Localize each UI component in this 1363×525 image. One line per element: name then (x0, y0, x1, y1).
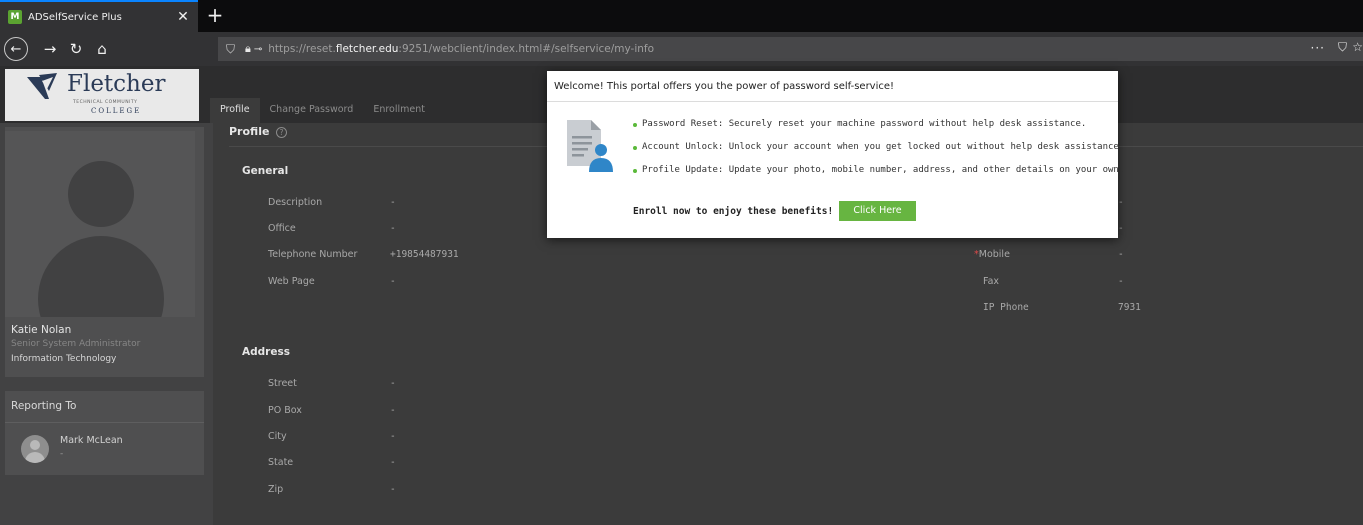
logo-college: COLLEGE (91, 107, 142, 115)
general-heading: General (242, 165, 289, 177)
browser-tab[interactable]: M ADSelfService Plus ✕ (0, 0, 198, 32)
browser-tabstrip: M ADSelfService Plus ✕ + (0, 0, 1363, 32)
browser-navbar: ← → ↻ ⌂ ⛉ 🔒︎ ⊸ https://reset.fletcher.ed… (0, 32, 1363, 66)
help-icon[interactable]: ? (276, 127, 287, 138)
state-label: State (268, 457, 294, 468)
mobile-label: *Mobile (974, 249, 1010, 260)
po-box-value: - (390, 405, 396, 416)
manager-subtitle: - (60, 449, 64, 459)
close-tab-icon[interactable]: ✕ (176, 9, 190, 25)
telephone-label: Telephone Number (268, 249, 358, 260)
shield-icon[interactable]: ⛉ (226, 42, 235, 57)
logo-name: Fletcher (67, 71, 166, 97)
telephone-value: +19854487931 (390, 249, 459, 260)
adselfservice-favicon-icon: M (8, 10, 22, 24)
tab-change-password[interactable]: Change Password (260, 98, 364, 123)
user-avatar[interactable] (5, 131, 195, 317)
profile-document-icon (567, 120, 613, 172)
welcome-modal: Welcome! This portal offers you the powe… (547, 71, 1124, 238)
avatar-body (38, 236, 164, 317)
bookmark-star-icon[interactable]: ☆ (1352, 40, 1363, 54)
click-here-button[interactable]: Click Here (839, 201, 916, 221)
office-value: - (390, 223, 396, 234)
url-bar[interactable]: ⛉ 🔒︎ ⊸ https://reset.fletcher.edu:9251/w… (218, 37, 1363, 61)
home-icon[interactable]: ⌂ (90, 37, 114, 61)
po-box-label: PO Box (268, 405, 302, 416)
fletcher-logo-mark-icon (27, 73, 57, 99)
ip-phone-label: IP Phone (983, 302, 1029, 313)
tab-title: ADSelfService Plus (28, 11, 122, 23)
zip-label: Zip (268, 484, 284, 495)
logo-subtitle: TECHNICAL COMMUNITY (73, 100, 138, 105)
enroll-prompt: Enroll now to enjoy these benefits! (633, 206, 834, 217)
benefit-account-unlock: Account Unlock: Unlock your account when… (633, 142, 1124, 165)
zip-value: - (390, 484, 396, 495)
address-heading: Address (242, 346, 290, 358)
web-page-value: - (390, 276, 396, 287)
state-value: - (390, 457, 396, 468)
street-label: Street (268, 378, 297, 389)
sidebar: Katie Nolan Senior System Administrator … (0, 123, 213, 525)
permissions-key-icon[interactable]: ⊸ (254, 44, 262, 55)
user-name: Katie Nolan (11, 324, 72, 336)
app-tabs: Profile Change Password Enrollment (210, 98, 435, 123)
description-label: Description (268, 197, 323, 208)
right-field-value-2: - (1118, 223, 1124, 234)
back-arrow-icon[interactable]: ← (4, 37, 28, 61)
city-label: City (268, 431, 287, 442)
right-field-value-1: - (1118, 197, 1124, 208)
tab-profile[interactable]: Profile (210, 98, 260, 123)
benefit-password-reset: Password Reset: Securely reset your mach… (633, 119, 1124, 142)
avatar-head (68, 161, 134, 227)
reload-icon[interactable]: ↻ (64, 37, 88, 61)
forward-arrow-icon[interactable]: → (38, 37, 62, 61)
manager-avatar-head (30, 440, 40, 450)
url-text[interactable]: https://reset.fletcher.edu:9251/webclien… (268, 43, 654, 55)
fletcher-logo: Fletcher TECHNICAL COMMUNITY COLLEGE (5, 69, 199, 121)
manager-name[interactable]: Mark McLean (60, 435, 123, 446)
manager-avatar[interactable] (21, 435, 49, 463)
fax-label: Fax (983, 276, 1000, 287)
description-value: - (390, 197, 396, 208)
modal-heading: Welcome! This portal offers you the powe… (547, 71, 1118, 102)
page-title: Profile (229, 125, 270, 138)
fax-value: - (1118, 276, 1124, 287)
new-tab-button[interactable]: + (204, 4, 226, 26)
tab-enrollment[interactable]: Enrollment (363, 98, 435, 123)
city-value: - (390, 431, 396, 442)
street-value: - (390, 378, 396, 389)
page-actions-menu-icon[interactable]: ··· (1311, 41, 1325, 55)
mobile-value: - (1118, 249, 1124, 260)
user-department: Information Technology (11, 354, 117, 364)
reporting-to-card: Reporting To Mark McLean - (5, 391, 204, 475)
office-label: Office (268, 223, 296, 234)
web-page-label: Web Page (268, 276, 315, 287)
manager-avatar-body (25, 452, 45, 463)
ip-phone-value: 7931 (1118, 302, 1141, 313)
user-title: Senior System Administrator (11, 339, 141, 349)
profile-card: Katie Nolan Senior System Administrator … (5, 127, 204, 377)
benefit-profile-update: Profile Update: Update your photo, mobil… (633, 165, 1124, 188)
reporting-to-heading: Reporting To (5, 391, 204, 423)
lock-icon[interactable]: 🔒︎ (245, 42, 251, 56)
benefits-list: Password Reset: Securely reset your mach… (633, 119, 1124, 188)
pocket-icon[interactable]: ⛉ (1338, 40, 1347, 55)
